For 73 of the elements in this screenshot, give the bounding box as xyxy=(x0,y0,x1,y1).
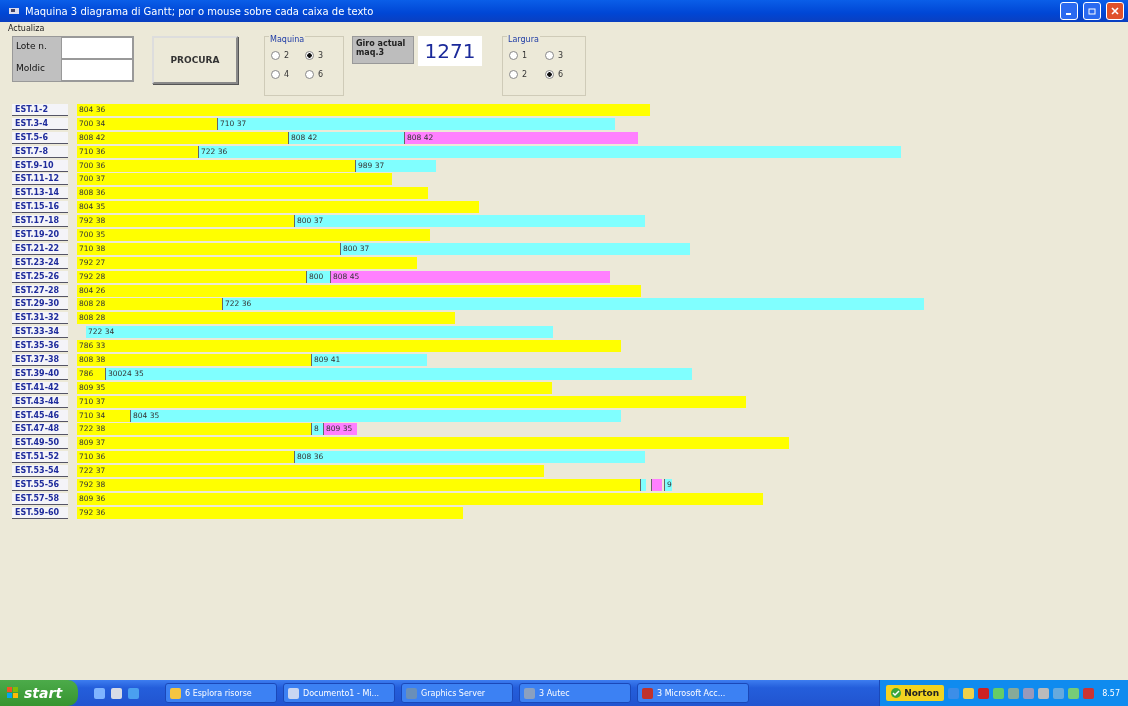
row-label[interactable]: EST.17-18 xyxy=(12,215,68,228)
row-label[interactable]: EST.41-42 xyxy=(12,381,68,394)
row-label[interactable]: EST.9-10 xyxy=(12,159,68,172)
taskbar-button[interactable]: 3 Autec xyxy=(519,683,631,703)
radio-button[interactable] xyxy=(271,51,280,60)
gantt-bar[interactable] xyxy=(640,479,646,491)
radio-button[interactable] xyxy=(509,51,518,60)
taskbar-button[interactable]: Graphics Server xyxy=(401,683,513,703)
input-field[interactable] xyxy=(61,59,133,81)
radio-button[interactable] xyxy=(305,51,314,60)
row-label[interactable]: EST.47-48 xyxy=(12,423,68,436)
row-label[interactable]: EST.19-20 xyxy=(12,228,68,241)
group-title: Largura xyxy=(507,35,540,44)
row-label[interactable]: EST.21-22 xyxy=(12,242,68,255)
group-title: Maquina xyxy=(269,35,306,44)
app-icon xyxy=(8,6,20,16)
radio-label: 6 xyxy=(558,70,564,79)
row-label[interactable]: EST.3-4 xyxy=(12,117,68,130)
radio-button[interactable] xyxy=(509,70,518,79)
menu-item[interactable]: Actualiza xyxy=(8,23,45,33)
search-button[interactable]: PROCURA xyxy=(152,36,238,84)
row-label[interactable]: EST.25-26 xyxy=(12,270,68,283)
radio-label: 3 xyxy=(558,51,564,60)
row-label[interactable]: EST.1-2 xyxy=(12,103,68,116)
gantt-bar[interactable] xyxy=(651,479,662,491)
norton-badge[interactable]: Norton xyxy=(886,685,945,701)
row-label[interactable]: EST.51-52 xyxy=(12,451,68,464)
clock: 8.57 xyxy=(1102,688,1120,698)
row-label[interactable]: EST.57-58 xyxy=(12,492,68,505)
radio-label: 2 xyxy=(284,51,290,60)
row-label[interactable]: EST.45-46 xyxy=(12,409,68,422)
row-label[interactable]: EST.39-40 xyxy=(12,367,68,380)
row-label[interactable]: EST.33-34 xyxy=(12,326,68,339)
radio-button[interactable] xyxy=(305,70,314,79)
row-label[interactable]: EST.23-24 xyxy=(12,256,68,269)
row-label[interactable]: EST.5-6 xyxy=(12,131,68,144)
field-label: Lote n. xyxy=(13,37,61,59)
row-label[interactable]: EST.29-30 xyxy=(12,298,68,311)
taskbar-button[interactable]: 6 Esplora risorse xyxy=(165,683,277,703)
radio-label: 6 xyxy=(318,70,324,79)
radio-label: 4 xyxy=(284,70,290,79)
row-label[interactable]: EST.53-54 xyxy=(12,465,68,478)
radio-button[interactable] xyxy=(545,70,554,79)
input-field[interactable] xyxy=(61,37,133,59)
current-turn-label: Giro actual maq.3 xyxy=(352,36,414,64)
row-label[interactable]: EST.13-14 xyxy=(12,187,68,200)
row-label[interactable]: EST.31-32 xyxy=(12,312,68,325)
windows-logo xyxy=(6,686,20,700)
radio-label: 1 xyxy=(522,51,528,60)
row-label[interactable]: EST.27-28 xyxy=(12,284,68,297)
radio-button[interactable] xyxy=(271,70,280,79)
row-label[interactable]: EST.37-38 xyxy=(12,353,68,366)
row-label[interactable]: EST.59-60 xyxy=(12,506,68,519)
radio-label: 3 xyxy=(318,51,324,60)
taskbar-button[interactable]: Documento1 - Mi... xyxy=(283,683,395,703)
current-turn-value: 1271 xyxy=(418,36,482,66)
row-label[interactable]: EST.35-36 xyxy=(12,340,68,353)
close-button[interactable] xyxy=(1106,2,1124,20)
taskbar-button[interactable]: 3 Microsoft Acc... xyxy=(637,683,749,703)
restore-button[interactable] xyxy=(1083,2,1101,20)
row-label[interactable]: EST.49-50 xyxy=(12,437,68,450)
radio-button[interactable] xyxy=(545,51,554,60)
row-label[interactable]: EST.43-44 xyxy=(12,395,68,408)
row-label[interactable]: EST.55-56 xyxy=(12,479,68,491)
restore-icon xyxy=(1088,7,1096,15)
minimize-button[interactable] xyxy=(1060,2,1078,20)
field-label: Moldic xyxy=(13,59,61,81)
row-label[interactable]: EST.15-16 xyxy=(12,201,68,214)
radio-label: 2 xyxy=(522,70,528,79)
row-label[interactable]: EST.11-12 xyxy=(12,173,68,186)
window-title: Maquina 3 diagrama di Gantt; por o mouse sobre cada caixa de texto xyxy=(25,5,375,17)
row-label[interactable]: EST.7-8 xyxy=(12,145,68,158)
close-icon xyxy=(1111,7,1119,15)
